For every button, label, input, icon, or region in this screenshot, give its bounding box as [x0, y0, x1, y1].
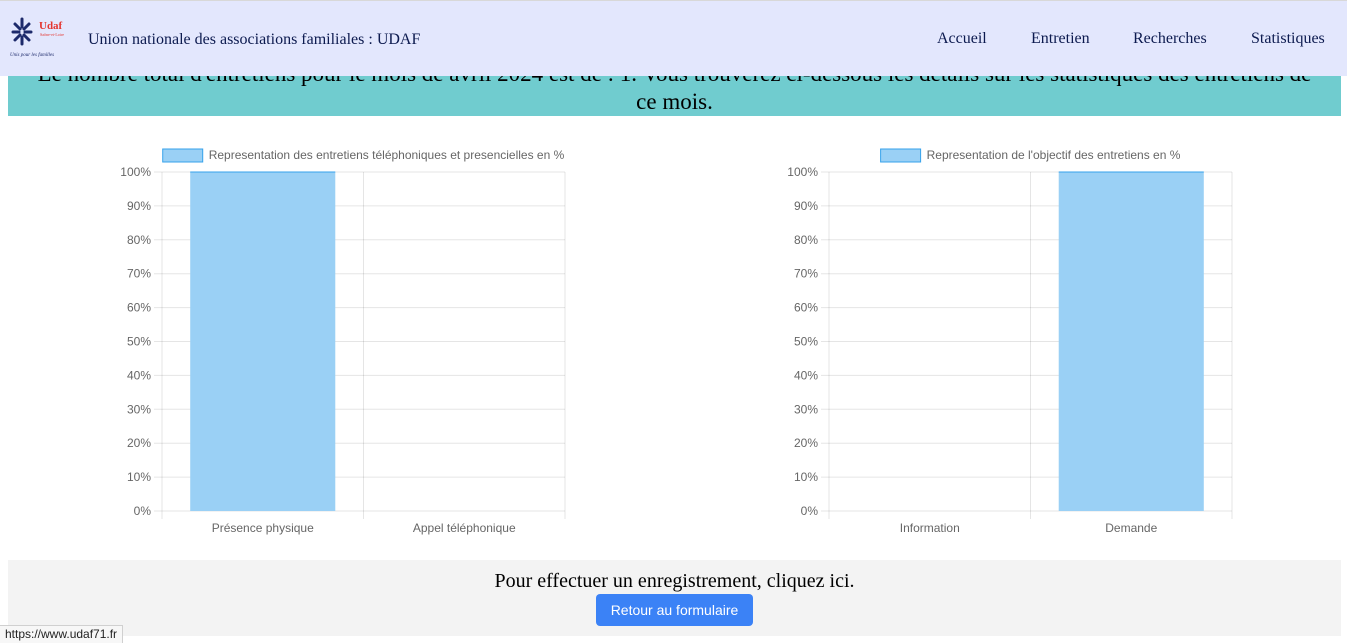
chart-objectif-entretien-svg: Representation de l'objectif des entreti… [787, 148, 1233, 535]
chart-ytick-label: 90% [127, 199, 151, 213]
chart-legend-label: Representation de l'objectif des entreti… [927, 148, 1181, 162]
chart-ytick-label: 80% [794, 233, 818, 247]
footer: Pour effectuer un enregistrement, clique… [8, 560, 1341, 636]
banner-line-2: ce mois. [636, 89, 713, 114]
nav-item-accueil[interactable]: Accueil [937, 30, 987, 48]
retour-formulaire-button[interactable]: Retour au formulaire [596, 594, 753, 626]
chart-ytick-label: 70% [127, 267, 151, 281]
nav-item-recherches[interactable]: Recherches [1133, 30, 1207, 48]
chart-ytick-label: 80% [127, 233, 151, 247]
chart-ytick-label: 20% [794, 436, 818, 450]
chart-ytick-label: 0% [801, 504, 819, 518]
chart-ytick-label: 40% [794, 368, 818, 382]
chart-ytick-label: 10% [794, 470, 818, 484]
chart-category-label: Information [900, 521, 960, 535]
udaf-logo[interactable]: Udaf Saône-et-Loire Unis pour les famill… [9, 15, 71, 61]
chart-objectif-entretien: Representation de l'objectif des entreti… [762, 140, 1242, 550]
logo-tagline: Unis pour les familles [10, 53, 54, 58]
nav-item-statistiques[interactable]: Statistiques [1251, 30, 1325, 48]
chart-legend-swatch [162, 148, 204, 163]
chart-category-label: Appel téléphonique [413, 521, 516, 535]
chart-bar[interactable] [190, 172, 336, 511]
chart-bar[interactable] [1058, 172, 1204, 511]
chart-ytick-label: 90% [794, 199, 818, 213]
chart-mode-entretien-svg: Representation des entretiens téléphoniq… [120, 148, 566, 535]
chart-legend[interactable]: Representation des entretiens téléphoniq… [162, 148, 565, 163]
chart-ytick-label: 50% [127, 335, 151, 349]
chart-ytick-label: 60% [127, 301, 151, 315]
chart-legend[interactable]: Representation de l'objectif des entreti… [880, 148, 1181, 163]
logo-text: Udaf [39, 20, 63, 32]
chart-ytick-label: 40% [127, 368, 151, 382]
status-url: https://www.udaf71.fr [0, 625, 124, 643]
chart-ytick-label: 100% [120, 165, 151, 179]
chart-legend-swatch [880, 148, 922, 163]
chart-ytick-label: 100% [787, 165, 818, 179]
navbar: Udaf Saône-et-Loire Unis pour les famill… [0, 0, 1347, 76]
chart-mode-entretien: Representation des entretiens téléphoniq… [95, 140, 575, 550]
chart-category-label: Présence physique [212, 521, 314, 535]
brand-title[interactable]: Union nationale des associations familia… [88, 31, 420, 49]
nav-item-entretien[interactable]: Entretien [1031, 30, 1090, 48]
logo-sub: Saône-et-Loire [40, 32, 64, 37]
chart-ytick-label: 0% [134, 504, 152, 518]
chart-ytick-label: 10% [127, 470, 151, 484]
chart-ytick-label: 60% [794, 301, 818, 315]
chart-ytick-label: 30% [127, 402, 151, 416]
chart-legend-label: Representation des entretiens téléphoniq… [209, 148, 565, 162]
chart-ytick-label: 70% [794, 267, 818, 281]
udaf-logo-icon: Udaf Saône-et-Loire Unis pour les famill… [10, 17, 64, 58]
chart-ytick-label: 50% [794, 335, 818, 349]
chart-ytick-label: 20% [127, 436, 151, 450]
footer-text: Pour effectuer un enregistrement, clique… [494, 570, 855, 592]
chart-category-label: Demande [1105, 521, 1157, 535]
chart-ytick-label: 30% [794, 402, 818, 416]
